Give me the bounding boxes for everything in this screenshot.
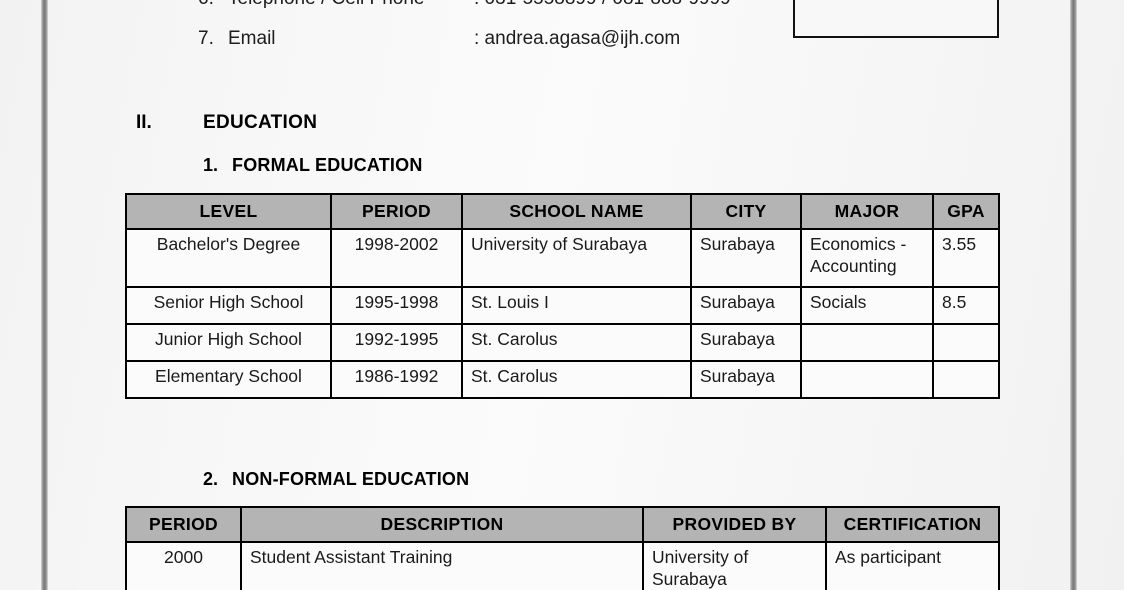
subsection-title-nonformal-education: NON-FORMAL EDUCATION [232,469,470,489]
column-header-provided-by: PROVIDED BY [642,505,827,544]
subsection-title-formal-education: FORMAL EDUCATION [232,155,423,175]
contact-email-label: Email [228,28,276,49]
cell-level: Junior High School [125,323,332,363]
subsection-number-nonformal: 2. [203,469,219,489]
cell-provided-by: University of Surabaya [642,541,827,590]
column-header-period: PERIOD [125,505,242,544]
cell-school: University of Surabaya [461,228,692,289]
subsection-number-formal: 1. [203,155,219,175]
cell-gpa: 3.55 [932,228,1000,289]
column-header-description: DESCRIPTION [240,505,644,544]
cell-school: St. Carolus [461,360,692,400]
table-row: Junior High School 1992-1995 St. Carolus… [125,323,1000,363]
photo-placeholder-box [793,0,999,38]
cell-city: Surabaya [690,228,802,289]
column-header-gpa: GPA [932,192,1000,231]
document-content: 6. Telephone / Cell Phone : 031-5558899 … [0,0,1124,590]
cell-major: Socials [800,286,934,326]
section-numeral: II. [136,112,152,133]
cell-city: Surabaya [690,286,802,326]
cell-city: Surabaya [690,323,802,363]
table-row: Senior High School 1995-1998 St. Louis I… [125,286,1000,326]
contact-phone-label: Telephone / Cell Phone [228,0,424,10]
table-header-row: PERIOD DESCRIPTION PROVIDED BY CERTIFICA… [125,505,1000,544]
cell-gpa [932,360,1000,400]
table-row: Bachelor's Degree 1998-2002 University o… [125,228,1000,289]
table-row: Elementary School 1986-1992 St. Carolus … [125,360,1000,400]
cell-period: 1995-1998 [330,286,463,326]
cell-gpa [932,323,1000,363]
cell-description: Student Assistant Training [240,541,644,590]
cell-period: 1998-2002 [330,228,463,289]
cell-major: Economics - Accounting [800,228,934,289]
contact-phone-number: 6. [198,0,214,10]
cell-city: Surabaya [690,360,802,400]
document-page: 6. Telephone / Cell Phone : 031-5558899 … [0,0,1124,590]
column-header-city: CITY [690,192,802,231]
cell-level: Bachelor's Degree [125,228,332,289]
cell-period: 1992-1995 [330,323,463,363]
cell-period: 1986-1992 [330,360,463,400]
formal-education-table: LEVEL PERIOD SCHOOL NAME CITY MAJOR GPA … [125,192,1000,400]
cell-school: St. Carolus [461,323,692,363]
contact-email-value: : andrea.agasa@ijh.com [474,28,681,49]
cell-school: St. Louis I [461,286,692,326]
column-header-period: PERIOD [330,192,463,231]
column-header-major: MAJOR [800,192,934,231]
contact-phone-value: : 031-5558899 / 081-888-9999 [474,0,731,10]
table-row: 2000 Student Assistant Training Universi… [125,541,1000,590]
cell-level: Senior High School [125,286,332,326]
column-header-certification: CERTIFICATION [825,505,1000,544]
nonformal-education-table: PERIOD DESCRIPTION PROVIDED BY CERTIFICA… [125,505,1000,590]
cell-major [800,323,934,363]
section-title-education: EDUCATION [203,112,318,133]
column-header-school-name: SCHOOL NAME [461,192,692,231]
cell-certification: As participant [825,541,1000,590]
contact-email-number: 7. [198,28,214,49]
column-header-level: LEVEL [125,192,332,231]
cell-level: Elementary School [125,360,332,400]
cell-gpa: 8.5 [932,286,1000,326]
table-header-row: LEVEL PERIOD SCHOOL NAME CITY MAJOR GPA [125,192,1000,231]
cell-period: 2000 [125,541,242,590]
cell-major [800,360,934,400]
